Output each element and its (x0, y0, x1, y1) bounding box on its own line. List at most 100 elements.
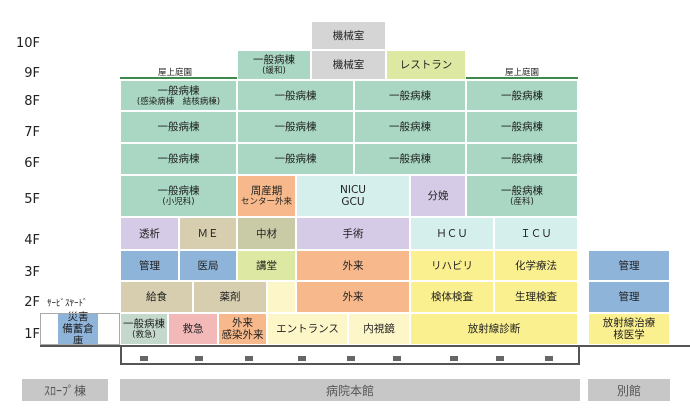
room-5f-obstetrics: 一般病棟 (産科) (466, 175, 578, 217)
room-label-2: 核医学 (613, 329, 645, 341)
room-label: 管理 (618, 291, 640, 303)
room-3f-rehab: リハビリ (410, 250, 494, 281)
room-annex-3f-kanri: 管理 (588, 250, 670, 281)
room-6f-1: 一般病棟 (120, 143, 237, 175)
room-8f-2: 一般病棟 (237, 80, 354, 111)
room-4f-hcu: ＨＣＵ (410, 217, 494, 250)
room-label: 分娩 (427, 190, 449, 202)
room-label: 内視鏡 (363, 323, 395, 335)
room-label: 周産期 (250, 185, 283, 197)
room-label: 管理 (139, 259, 160, 272)
room-8f-4: 一般病棟 (466, 80, 578, 111)
room-sublabel: (緩和) (262, 66, 286, 76)
room-4f-me: ＭＥ (179, 217, 237, 250)
floor-label-10f: 10F (15, 36, 40, 51)
ground-line (40, 345, 690, 347)
room-kikaishitsu-10f: 機械室 (311, 21, 386, 50)
room-label: 機械室 (332, 29, 365, 42)
room-label: 一般病棟 (501, 153, 543, 165)
room-label: 手術 (342, 227, 364, 240)
room-label: エントランス (276, 323, 339, 335)
room-label: 透析 (139, 227, 160, 240)
room-1f-kyukyu: 救急 (168, 313, 218, 345)
room-label: ＨＣＵ (436, 227, 468, 240)
rooftop-line-right (466, 77, 578, 79)
room-label: 外来 (232, 317, 253, 329)
pillar (195, 356, 203, 361)
room-label: 一般病棟 (501, 89, 543, 102)
room-7f-2: 一般病棟 (237, 111, 354, 143)
room-sublabel: (感染病棟 結核病棟) (136, 96, 221, 107)
room-1f-naishikyo: 内視鏡 (348, 313, 410, 345)
room-6f-2: 一般病棟 (237, 143, 354, 175)
floor-label-5f: 5F (24, 192, 40, 207)
room-6f-4: 一般病棟 (466, 143, 578, 175)
slope-building-label: ｽﾛｰﾌﾟ棟 (43, 384, 86, 398)
room-label: ＭＥ (197, 227, 219, 240)
room-5f-nicu-gcu: NICU GCU (296, 175, 410, 217)
annex-building-label: 別館 (616, 384, 641, 398)
room-label: リハビリ (431, 259, 473, 272)
room-annex-1f-radiation: 放射線治療 核医学 (588, 313, 670, 345)
room-label: 救急 (182, 323, 204, 335)
room-4f-shujutsu: 手術 (296, 217, 410, 250)
room-label: 外来 (342, 259, 364, 272)
room-label: 一般病棟 (501, 185, 543, 197)
room-8f-3: 一般病棟 (354, 80, 466, 111)
room-label: 一般病棟 (389, 121, 431, 133)
pillar (450, 356, 458, 361)
room-label: 生理検査 (515, 291, 557, 303)
room-label: 一般病棟 (389, 153, 431, 165)
basement-right-wall (578, 345, 580, 365)
room-kikaishitsu-9f: 機械室 (311, 50, 386, 80)
room-8f-1: 一般病棟 (感染病棟 結核病棟) (120, 80, 237, 111)
room-label: 一般病棟 (157, 153, 200, 165)
room-2f-seiri: 生理検査 (494, 281, 578, 313)
room-3f-gairai: 外来 (296, 250, 410, 281)
room-label: 一般病棟 (157, 84, 200, 97)
service-yard-label: ｻｰﾋﾞｽﾔｰﾄﾞ (47, 299, 88, 309)
main-building-label: 病院本館 (325, 384, 374, 398)
room-label: 管理 (618, 259, 640, 272)
room-3f-kanri: 管理 (120, 250, 179, 281)
room-label-2: GCU (341, 196, 365, 208)
room-label: 放射線診断 (467, 323, 521, 335)
room-label: 薬剤 (219, 291, 241, 303)
pillar (393, 356, 401, 361)
room-label: 一般病棟 (274, 121, 317, 133)
floor-label-2f: 2F (24, 295, 40, 310)
room-label: 一般病棟 (501, 121, 543, 133)
room-1f-saigai: 災害 備蓄倉庫 (57, 311, 99, 347)
room-1f-hoshasen: 放射線診断 (410, 313, 578, 345)
room-3f-iyaku: 医局 (179, 250, 237, 281)
room-label: 一般病棟 (123, 318, 165, 330)
room-5f-pediatrics: 一般病棟 (小児科) (120, 175, 237, 217)
room-2f-yakuzai: 薬剤 (193, 281, 267, 313)
room-4f-chuzai: 中材 (237, 217, 296, 250)
room-label: 化学療法 (515, 259, 557, 272)
room-7f-4: 一般病棟 (466, 111, 578, 143)
rooftop-line-left (120, 77, 237, 79)
room-restaurant: レストラン (386, 50, 466, 80)
room-4f-touseki: 透析 (120, 217, 179, 250)
room-4f-icu: ＩＣＵ (494, 217, 578, 250)
room-label: 一般病棟 (274, 89, 317, 102)
floor-label-6f: 6F (24, 156, 40, 171)
room-3f-chemo: 化学療法 (494, 250, 578, 281)
room-label: 放射線治療 (602, 317, 656, 329)
room-label: ＩＣＵ (520, 227, 552, 240)
room-3f-kodo: 講堂 (237, 250, 296, 281)
room-label: 災害 (67, 311, 89, 323)
room-2f-kyushoku: 給食 (120, 281, 193, 313)
room-label-2: 備蓄倉庫 (62, 323, 94, 347)
room-2f-kentai: 検体検査 (410, 281, 494, 313)
room-1f-entrance: エントランス (267, 313, 348, 345)
room-label: 一般病棟 (274, 153, 317, 165)
room-annex-2f-kanri: 管理 (588, 281, 670, 313)
room-sublabel: (産科) (510, 197, 534, 207)
room-sublabel: (小児科) (162, 197, 195, 207)
room-label: 一般病棟 (253, 54, 295, 66)
floor-label-8f: 8F (24, 94, 40, 109)
basement-line (120, 363, 580, 365)
room-label: NICU (340, 184, 366, 196)
